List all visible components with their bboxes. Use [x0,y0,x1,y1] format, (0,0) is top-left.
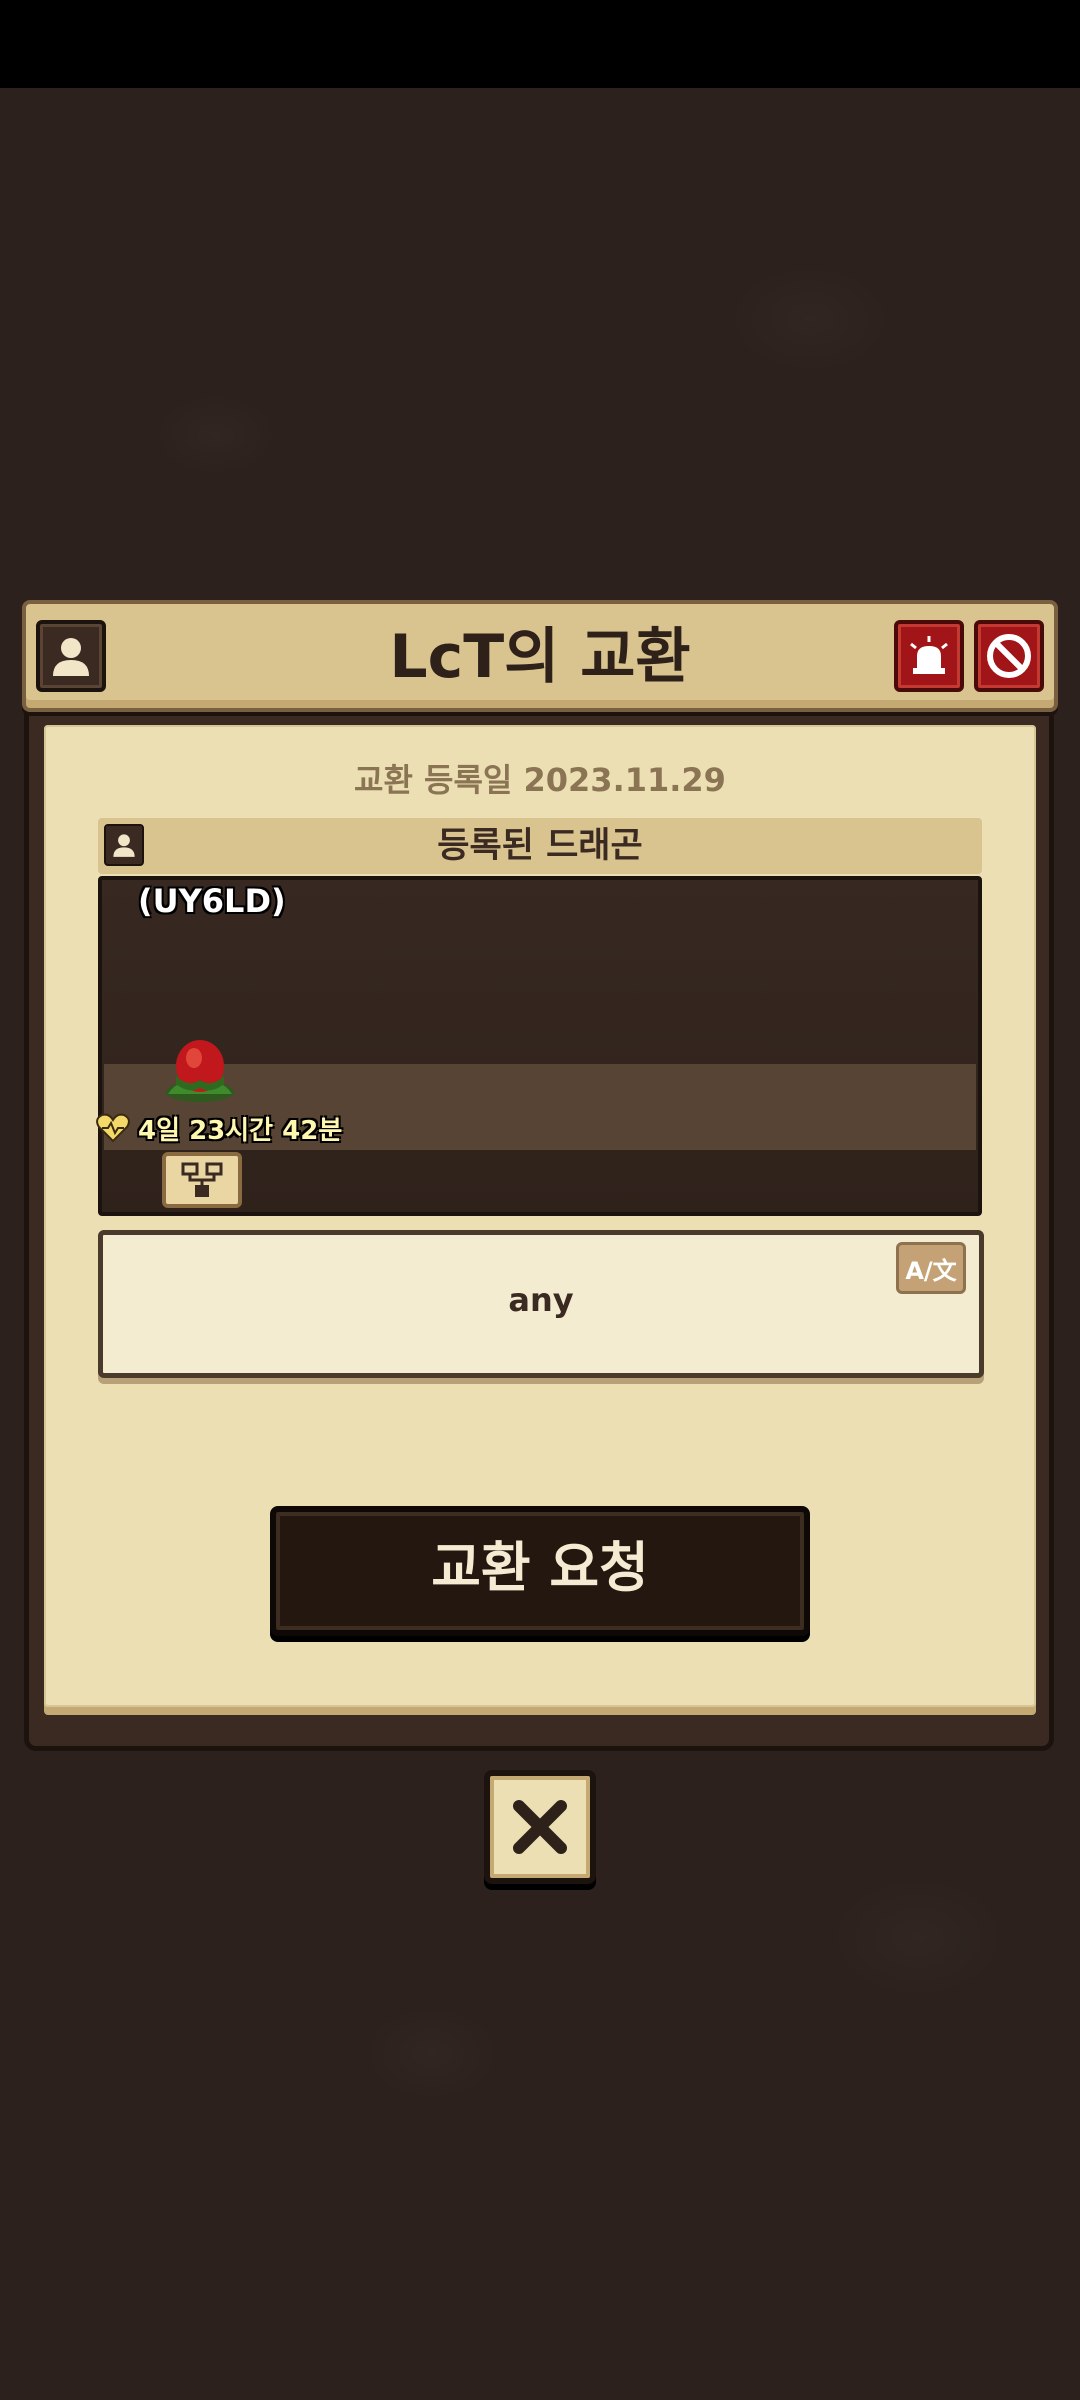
status-bar [0,0,1080,88]
timer-row: 4일 23시간 42분 [96,1108,342,1148]
heart-icon [96,1113,130,1143]
report-button[interactable] [894,620,964,692]
family-tree-icon [181,1162,223,1197]
translate-button[interactable]: A/文 [896,1242,966,1294]
siren-icon [910,636,948,674]
registered-date: 교환 등록일 2023.11.29 [354,761,726,799]
incubation-timer: 4일 23시간 42분 [138,1115,343,1146]
trade-message: any [508,1281,574,1319]
profile-button[interactable] [36,620,106,692]
translate-icon: A/文 [905,1256,957,1285]
trade-request-label[interactable]: 교환 요청 [270,1506,810,1630]
family-tree-button[interactable] [162,1152,242,1208]
close-icon [513,1800,567,1854]
section-title: 등록된 드래곤 [437,826,643,866]
block-button[interactable] [974,620,1044,692]
block-icon [987,634,1031,678]
dragon-egg-icon[interactable] [160,1036,240,1106]
dragon-name: (UY6LD) [138,882,286,920]
person-icon [53,638,89,676]
close-button[interactable] [484,1770,596,1884]
